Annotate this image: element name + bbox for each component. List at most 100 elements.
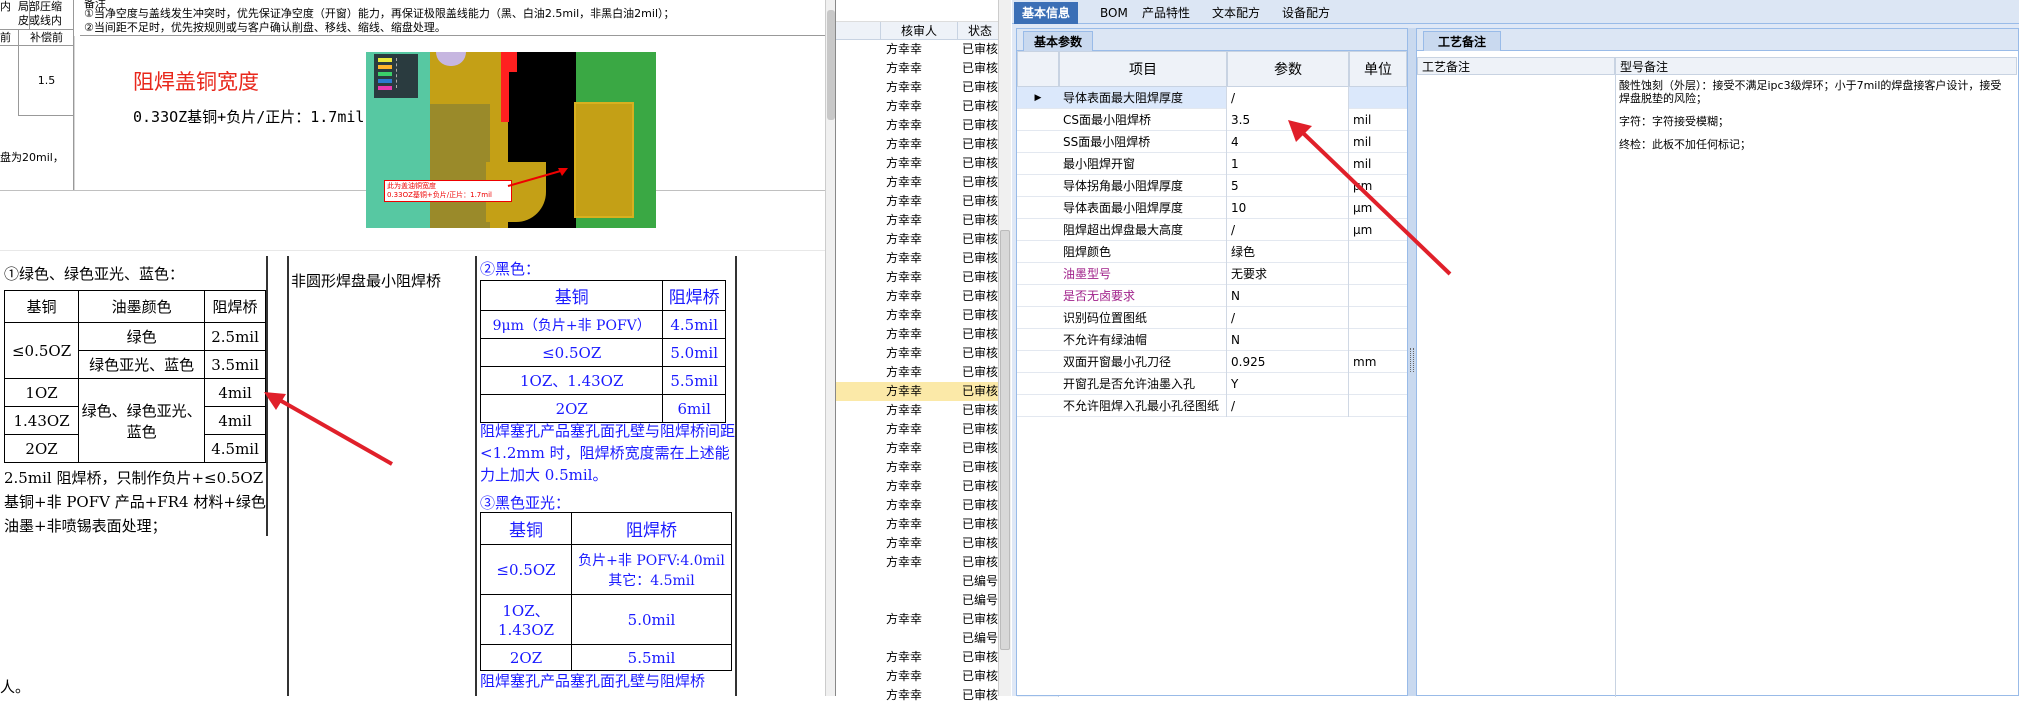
bottom-left-text: 人。	[0, 678, 31, 696]
list-item[interactable]: 方幸幸 已审核	[836, 116, 1011, 135]
col-model-remark[interactable]: 型号备注	[1615, 57, 2017, 75]
list-item[interactable]: 方幸幸 已审核	[836, 306, 1011, 325]
table-green: 基铜 油墨颜色 阻焊桥 ≤0.5OZ 绿色 2.5mil 绿色亚光、蓝色 3.5mil 1…	[3, 290, 266, 463]
list-item[interactable]: 方幸幸 已审核	[836, 439, 1011, 458]
list-item[interactable]: 方幸幸 已审核	[836, 667, 1011, 686]
t2-r0c0: 9μm（负片+非 POFV）	[479, 310, 664, 339]
param-value[interactable]: /	[1227, 307, 1349, 329]
list-item[interactable]: 方幸幸 已审核	[836, 648, 1011, 667]
param-item: 阻焊超出焊盘最大高度	[1059, 219, 1227, 241]
list-item[interactable]: 方幸幸 已审核	[836, 344, 1011, 363]
param-value[interactable]: /	[1227, 395, 1349, 417]
list-item[interactable]: 方幸幸 已审核	[836, 553, 1011, 572]
list-item[interactable]: 方幸幸 已审核	[836, 382, 1011, 401]
tab-bom[interactable]: BOM	[1092, 2, 1136, 24]
section1-title: ①绿色、绿色亚光、蓝色：	[4, 265, 185, 283]
list-item[interactable]: 方幸幸 已审核	[836, 610, 1011, 629]
list-item[interactable]: 方幸幸 已审核	[836, 477, 1011, 496]
list-item[interactable]: 方幸幸 已审核	[836, 458, 1011, 477]
t3-r2c1: 5.5mil	[571, 644, 732, 671]
list-scrollbar-thumb[interactable]	[1000, 230, 1010, 650]
list-item[interactable]: 方幸幸 已审核	[836, 268, 1011, 287]
param-row[interactable]: ▶ 导体表面最大阻焊厚度 /	[1017, 87, 1407, 109]
param-row[interactable]: 不允许阻焊入孔最小孔径图纸 /	[1017, 395, 1407, 417]
list-item[interactable]: 方幸幸 已审核	[836, 325, 1011, 344]
list-item[interactable]: 方幸幸 已审核	[836, 192, 1011, 211]
status-cell: 已审核	[962, 441, 998, 455]
col-item[interactable]: 项目	[1059, 51, 1227, 87]
param-row[interactable]: 是否无卤要求 N	[1017, 285, 1407, 307]
property-panel: 基本信息 BOM 产品特性 文本配方 设备配方 基本参数 项目 参数 单位 ▶ 导…	[1012, 0, 2019, 697]
reviewer-cell: 方幸幸	[886, 175, 923, 189]
cell-value: 1.5	[18, 46, 74, 116]
param-row[interactable]: 不允许有绿油帽 N	[1017, 329, 1407, 351]
list-item[interactable]: 方幸幸 已审核	[836, 173, 1011, 192]
left-table-column: 内 局部圧缩 皮或线内 前 补偿前 1.5 盘为20mil，	[0, 0, 74, 190]
reviewer-cell: 方幸幸	[886, 99, 923, 113]
list-item[interactable]: 方幸幸 已审核	[836, 40, 1011, 59]
reviewer-cell: 方幸幸	[886, 61, 923, 75]
col-status[interactable]: 状态	[960, 22, 1000, 40]
param-row[interactable]: 双面开窗最小孔刀径 0.925 mm	[1017, 351, 1407, 373]
param-row[interactable]: 识别码位置图纸 /	[1017, 307, 1407, 329]
param-item: 最小阻焊开窗	[1059, 153, 1227, 175]
remark-line-1: 字符：字符接受模糊；	[1619, 115, 1729, 128]
col-process-remark[interactable]: 工艺备注	[1417, 57, 1615, 75]
list-item[interactable]: 已编号	[836, 591, 1011, 610]
t2-r3c0: 2OZ	[479, 394, 664, 423]
status-cell: 已审核	[962, 194, 998, 208]
param-row[interactable]: 开窗孔是否允许油墨入孔 Y	[1017, 373, 1407, 395]
t1-r0c2: 2.5mil	[204, 322, 266, 351]
list-item[interactable]: 方幸幸 已审核	[836, 420, 1011, 439]
col-reviewer[interactable]: 核审人	[880, 22, 958, 40]
param-value[interactable]: /	[1227, 87, 1349, 109]
status-cell: 已编号	[962, 631, 998, 645]
status-cell: 已审核	[962, 232, 998, 246]
tab-product-features[interactable]: 产品特性	[1134, 2, 1198, 24]
tab-equipment-recipe[interactable]: 设备配方	[1274, 2, 1338, 24]
list-item[interactable]: 方幸幸 已审核	[836, 287, 1011, 306]
list-header: 核审人 状态	[836, 22, 1011, 40]
reviewer-cell: 方幸幸	[886, 308, 923, 322]
t1-r2c0: 1OZ	[3, 378, 80, 407]
pcb-image: 此为盖油铜宽度 0.33OZ基铜+负片/正片：1.7mil	[366, 52, 656, 228]
list-item[interactable]: 已编号	[836, 629, 1011, 648]
param-value[interactable]: Y	[1227, 373, 1349, 395]
list-item[interactable]: 方幸幸 已审核	[836, 211, 1011, 230]
status-cell: 已审核	[962, 213, 998, 227]
tab-basic-info[interactable]: 基本信息	[1014, 2, 1079, 24]
list-item[interactable]: 方幸幸 已审核	[836, 97, 1011, 116]
reviewer-cell: 方幸幸	[886, 346, 923, 360]
list-item[interactable]: 方幸幸 已审核	[836, 534, 1011, 553]
col-unit[interactable]: 单位	[1349, 51, 1407, 87]
status-cell: 已审核	[962, 118, 998, 132]
param-item: 导体表面最小阻焊厚度	[1059, 197, 1227, 219]
list-item[interactable]: 方幸幸 已审核	[836, 363, 1011, 382]
list-item[interactable]: 方幸幸 已审核	[836, 401, 1011, 420]
list-item[interactable]: 方幸幸 已审核	[836, 135, 1011, 154]
param-value[interactable]: N	[1227, 285, 1349, 307]
t1-r2c2: 4mil	[204, 378, 266, 407]
doc-scrollbar-thumb[interactable]	[827, 10, 835, 120]
list-item[interactable]: 方幸幸 已审核	[836, 496, 1011, 515]
status-cell: 已审核	[962, 365, 998, 379]
reviewer-cell: 方幸幸	[886, 460, 923, 474]
list-item[interactable]: 方幸幸 已审核	[836, 59, 1011, 78]
tab-process-remark[interactable]: 工艺备注	[1423, 31, 1502, 51]
tab-basic-params[interactable]: 基本参数	[1023, 31, 1094, 51]
list-item[interactable]: 方幸幸 已审核	[836, 230, 1011, 249]
list-item[interactable]: 方幸幸 已审核	[836, 154, 1011, 173]
list-item[interactable]: 方幸幸 已审核	[836, 249, 1011, 268]
list-item[interactable]: 方幸幸 已审核	[836, 78, 1011, 97]
param-value[interactable]: N	[1227, 329, 1349, 351]
reviewer-cell: 方幸幸	[886, 80, 923, 94]
tab-text-recipe[interactable]: 文本配方	[1204, 2, 1268, 24]
model-remark-text[interactable]: 酸性蚀刻（外层）：接受不满足ipc3级焊环；小于7mil的焊盘接客户设计，接受焊…	[1619, 79, 2011, 151]
plug-hole-note-2: 阻焊塞孔产品塞孔面孔壁与阻焊桥	[480, 672, 706, 690]
list-item[interactable]: 方幸幸 已审核	[836, 515, 1011, 534]
list-item[interactable]: 已编号	[836, 572, 1011, 591]
param-value[interactable]: 0.925	[1227, 351, 1349, 373]
col-param[interactable]: 参数	[1227, 51, 1349, 87]
list-scrollbar[interactable]	[998, 0, 1011, 696]
doc-scrollbar[interactable]	[825, 0, 835, 696]
